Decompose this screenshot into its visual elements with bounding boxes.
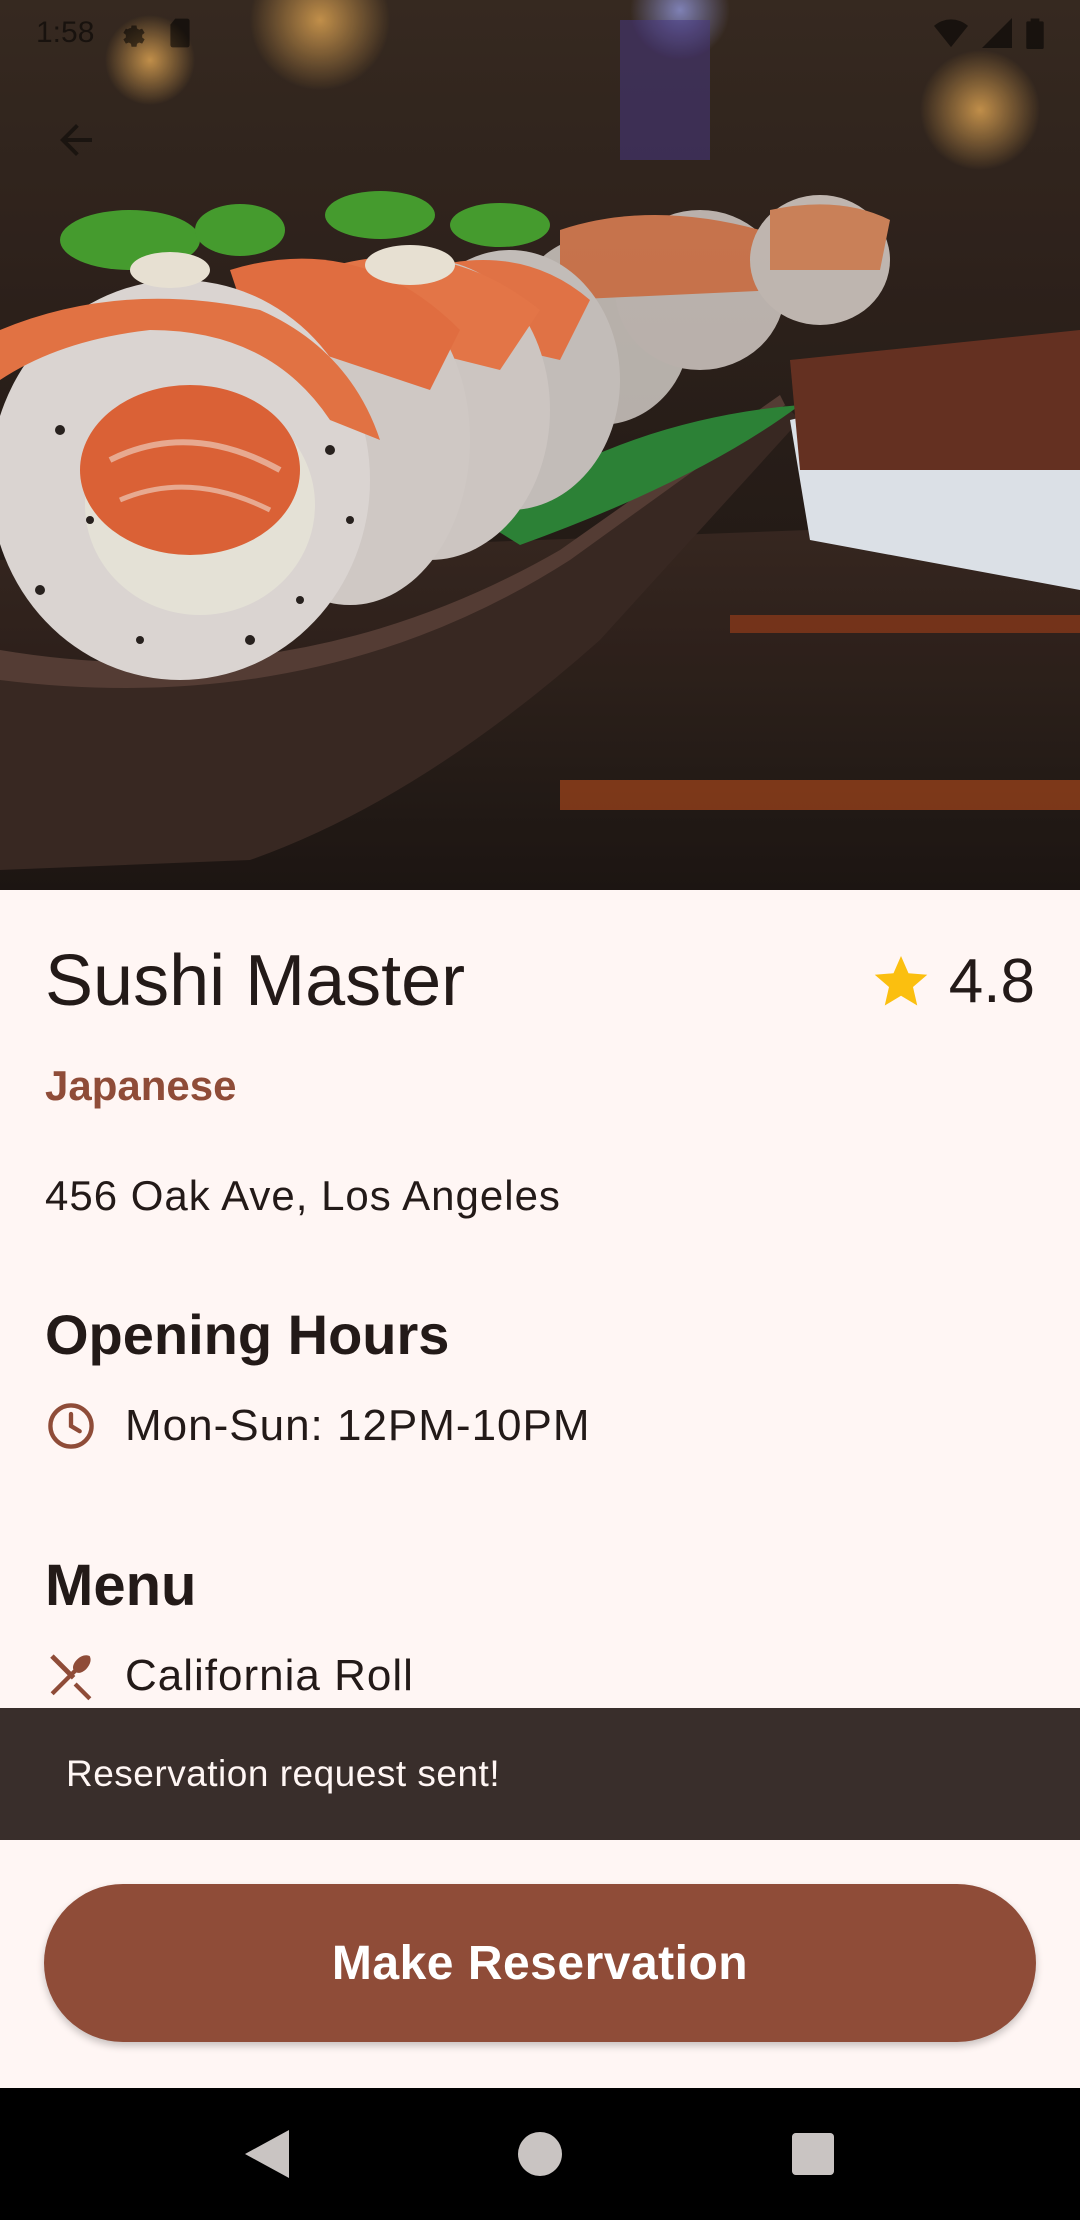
opening-hours-heading: Opening Hours xyxy=(45,1303,450,1366)
restaurant-detail-screen: 1:58 Sushi Master 4.8 Japanese 456 Oak A… xyxy=(0,0,1080,2220)
rating: 4.8 xyxy=(871,946,1035,1017)
nav-home-button[interactable] xyxy=(500,2114,580,2194)
status-time: 1:58 xyxy=(36,16,95,49)
cuisine-label: Japanese xyxy=(45,1062,237,1109)
snackbar: Reservation request sent! xyxy=(0,1708,1080,1840)
rating-value: 4.8 xyxy=(948,946,1035,1016)
arrow-back-icon xyxy=(60,124,92,156)
battery-icon xyxy=(1026,18,1044,49)
restaurant-hero-image xyxy=(0,0,1080,890)
menu-item: California Roll xyxy=(45,1650,414,1702)
signal-icon xyxy=(982,18,1012,48)
star-icon xyxy=(874,956,928,1006)
menu-item-name: California Roll xyxy=(125,1651,414,1700)
utensils-icon xyxy=(50,1654,92,1701)
triangle-back-icon xyxy=(244,2130,289,2178)
nav-recents-button[interactable] xyxy=(773,2114,853,2194)
menu-heading: Menu xyxy=(45,1553,197,1618)
make-reservation-button[interactable]: Make Reservation xyxy=(44,1884,1036,2042)
wifi-icon xyxy=(934,19,968,48)
address-text: 456 Oak Ave, Los Angeles xyxy=(45,1172,561,1219)
sim-card-icon xyxy=(170,18,190,48)
restaurant-name: Sushi Master xyxy=(45,941,466,1021)
circle-home-icon xyxy=(517,2132,562,2176)
square-recents-icon xyxy=(792,2133,835,2175)
opening-hours-row: Mon-Sun: 12PM-10PM xyxy=(45,1400,591,1452)
nav-back-button[interactable] xyxy=(227,2114,307,2194)
settings-icon xyxy=(123,25,146,47)
title-row: Sushi Master 4.8 xyxy=(45,940,1035,1022)
status-bar: 1:58 xyxy=(0,0,1080,66)
system-navigation-bar xyxy=(0,2088,1080,2220)
back-button[interactable] xyxy=(40,104,112,176)
clock-icon xyxy=(48,1403,94,1449)
opening-hours-text: Mon-Sun: 12PM-10PM xyxy=(125,1401,591,1450)
snackbar-message: Reservation request sent! xyxy=(66,1753,501,1794)
